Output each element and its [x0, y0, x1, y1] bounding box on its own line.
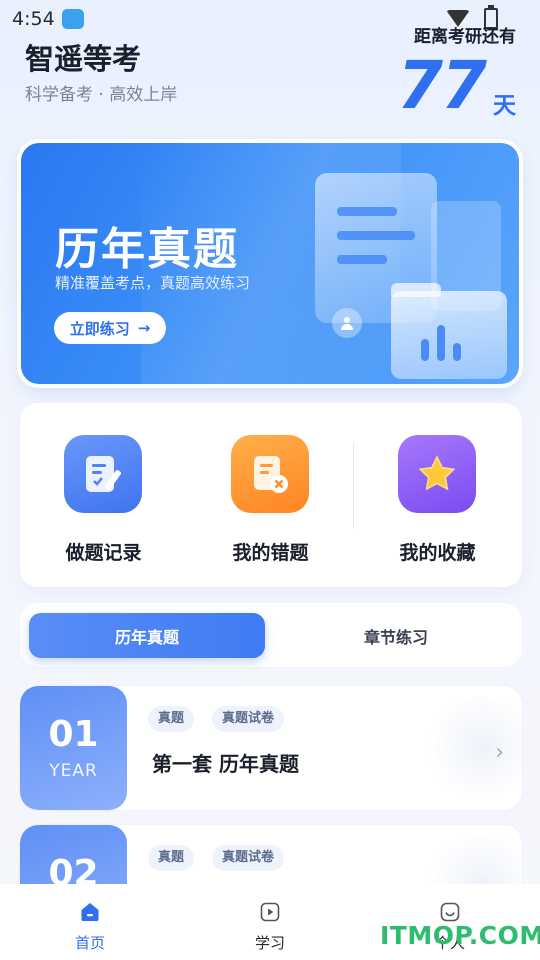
my-mistakes-label: 我的错题 — [232, 542, 309, 564]
countdown-days: 77 — [397, 47, 487, 124]
countdown-unit: 天 — [493, 93, 516, 119]
quick-actions: 做题记录 我的错题 我的收藏 — [20, 403, 522, 587]
banner-title: 历年真题 — [55, 224, 239, 275]
chart-folder-illustration — [391, 291, 507, 379]
status-time: 4:54 — [12, 8, 55, 30]
home-icon — [81, 903, 99, 921]
notebook-pen-icon — [64, 435, 142, 513]
paper-number-box: 01 YEAR — [20, 686, 127, 810]
paper-title: 第一套 历年真题 — [152, 752, 299, 776]
tag-badge: 真题试卷 — [212, 845, 285, 871]
app-title: 智遥等考 — [25, 42, 142, 76]
watermark: ITMOP.COM — [380, 921, 540, 950]
app-notification-icon — [62, 9, 84, 29]
paper-number: 01 — [48, 714, 99, 755]
app-subtitle: 科学备考 · 高效上岸 — [25, 85, 178, 105]
practice-record-button[interactable]: 做题记录 — [20, 403, 187, 587]
tab-past-papers[interactable]: 历年真题 — [29, 613, 265, 658]
paper-tabs: 历年真题 章节练习 — [20, 603, 522, 667]
nav-study-label: 学习 — [254, 934, 285, 952]
tag-badge: 真题 — [148, 706, 195, 732]
countdown-label: 距离考研还有 — [414, 27, 516, 47]
chevron-right-icon: › — [495, 740, 504, 765]
tab-chapter-practice[interactable]: 章节练习 — [280, 613, 512, 658]
document-error-icon — [231, 435, 309, 513]
person-icon — [332, 308, 362, 338]
arrow-right-icon: → — [137, 319, 151, 337]
smile-face-icon — [440, 902, 460, 922]
tag-badge: 真题 — [148, 845, 195, 871]
nav-study[interactable]: 学习 — [180, 884, 360, 960]
banner-subtitle: 精准覆盖考点，真题高效练习 — [55, 274, 251, 292]
nav-home[interactable]: 首页 — [0, 884, 180, 960]
paper-card[interactable]: 01 YEAR 真题 真题试卷 第一套 历年真题 › — [20, 686, 522, 810]
nav-home-label: 首页 — [74, 934, 105, 952]
past-papers-banner[interactable]: 历年真题 精准覆盖考点，真题高效练习 立即练习 → — [21, 143, 519, 384]
tag-badge: 真题试卷 — [212, 706, 285, 732]
start-practice-label: 立即练习 — [69, 319, 130, 338]
start-practice-button[interactable]: 立即练习 → — [54, 312, 166, 344]
practice-record-label: 做题记录 — [65, 542, 142, 564]
play-square-icon — [260, 902, 280, 922]
my-mistakes-button[interactable]: 我的错题 — [187, 403, 354, 587]
paper-year-label: YEAR — [49, 761, 98, 781]
card-glow — [422, 696, 522, 796]
star-icon — [398, 435, 476, 513]
my-favorites-button[interactable]: 我的收藏 — [354, 403, 521, 587]
my-favorites-label: 我的收藏 — [399, 542, 476, 564]
